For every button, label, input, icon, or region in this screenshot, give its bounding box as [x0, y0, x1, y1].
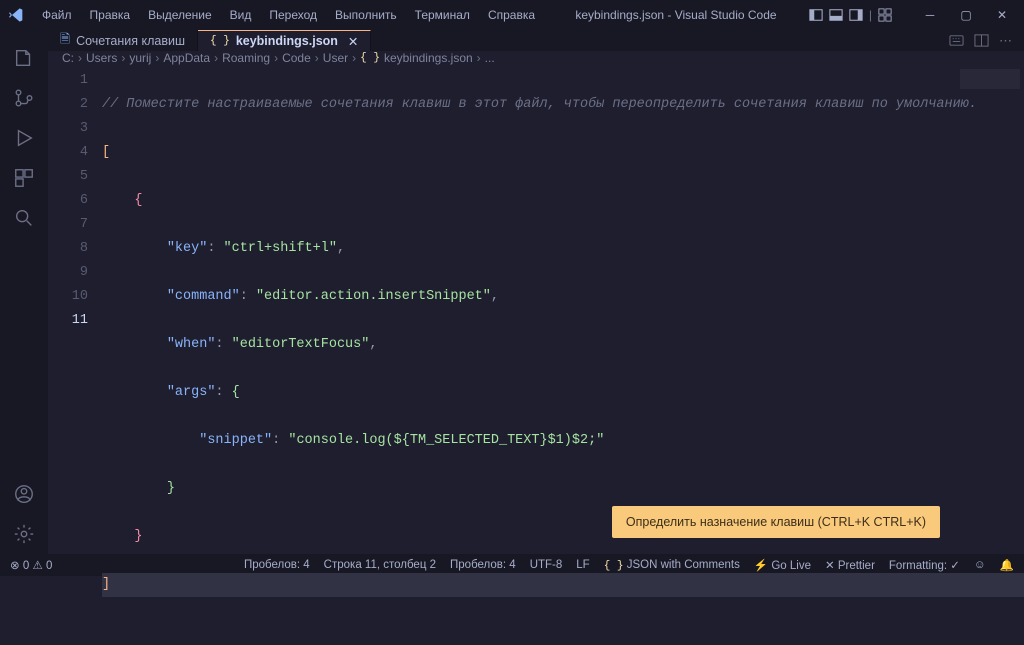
window-title: keybindings.json - Visual Studio Code	[543, 8, 809, 22]
editor-tabs: 🗎 Сочетания клавиш { } keybindings.json …	[48, 30, 1024, 51]
menu-help[interactable]: Справка	[480, 4, 543, 26]
open-keybindings-icon[interactable]	[949, 33, 964, 48]
toggle-panel-icon[interactable]	[829, 8, 843, 22]
json-icon: { }	[360, 52, 380, 64]
vscode-logo-icon	[8, 7, 24, 23]
toggle-secondary-icon[interactable]	[849, 8, 863, 22]
more-actions-icon[interactable]: ⋯	[999, 33, 1012, 49]
toggle-sidebar-icon[interactable]	[809, 8, 823, 22]
code-content[interactable]: // Поместите настраиваемые сочетания кла…	[102, 65, 1024, 645]
activity-bar	[0, 30, 48, 554]
file-icon: 🗎	[60, 30, 70, 51]
breadcrumb[interactable]: C:› Users› yurij› AppData› Roaming› Code…	[48, 51, 1024, 65]
menu-file[interactable]: Файл	[34, 4, 80, 26]
titlebar: Файл Правка Выделение Вид Переход Выполн…	[0, 0, 1024, 30]
minimize-button[interactable]: ─	[916, 8, 944, 22]
keybinding-toast: Определить назначение клавиш (CTRL+K CTR…	[612, 506, 940, 538]
settings-gear-icon[interactable]	[0, 514, 48, 554]
menu-view[interactable]: Вид	[222, 4, 260, 26]
tab-keybindings-json[interactable]: { } keybindings.json ✕	[198, 30, 371, 51]
source-control-icon[interactable]	[0, 78, 48, 118]
account-icon[interactable]	[0, 474, 48, 514]
menu-selection[interactable]: Выделение	[140, 4, 220, 26]
close-tab-icon[interactable]: ✕	[348, 34, 358, 49]
menu-run[interactable]: Выполнить	[327, 4, 405, 26]
status-errors[interactable]: ⊗ 0 ⚠ 0	[10, 558, 52, 572]
minimap[interactable]	[960, 69, 1020, 89]
run-debug-icon[interactable]	[0, 118, 48, 158]
menu-go[interactable]: Переход	[261, 4, 325, 26]
tab-label: Сочетания клавиш	[76, 34, 185, 48]
tab-keyboard-shortcuts[interactable]: 🗎 Сочетания клавиш	[48, 30, 198, 51]
customize-layout-icon[interactable]	[878, 8, 892, 22]
search-icon[interactable]	[0, 198, 48, 238]
menu-edit[interactable]: Правка	[82, 4, 139, 26]
json-icon: { }	[210, 35, 230, 47]
menu-terminal[interactable]: Терминал	[407, 4, 478, 26]
maximize-button[interactable]: ▢	[952, 8, 980, 22]
line-gutter: 123 456 789 1011	[48, 65, 102, 645]
extensions-icon[interactable]	[0, 158, 48, 198]
code-editor[interactable]: 123 456 789 1011 // Поместите настраивае…	[48, 65, 1024, 645]
menu-bar: Файл Правка Выделение Вид Переход Выполн…	[34, 4, 543, 26]
close-button[interactable]: ✕	[988, 8, 1016, 22]
explorer-icon[interactable]	[0, 38, 48, 78]
split-editor-icon[interactable]	[974, 33, 989, 48]
tab-label: keybindings.json	[236, 34, 338, 48]
